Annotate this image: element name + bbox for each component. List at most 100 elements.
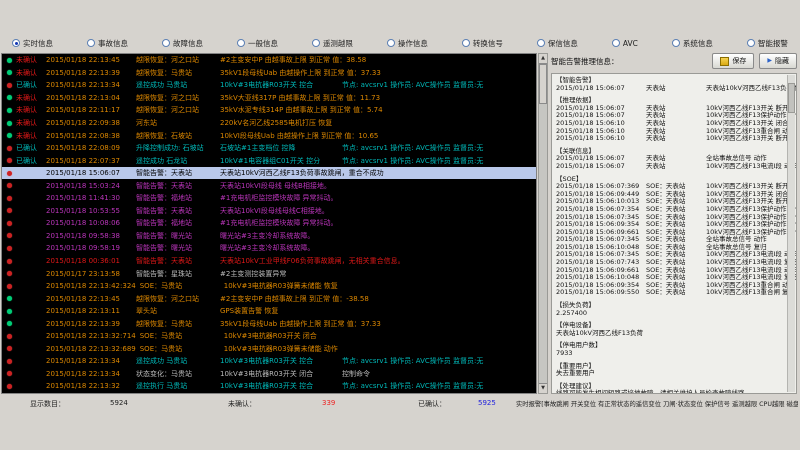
display-count-label: 显示数目： [30,399,65,409]
message: 天表站10kV河西乙线F13负荷事故跳闸，重合不成功 [220,168,390,178]
tab-accident[interactable]: 事故信息 [87,38,128,49]
alarm-row[interactable]: 2015/01/18 22:13:32遥控执行 马贵站10kV#3电抗器R03开… [2,380,536,393]
tab-conversion-signal[interactable]: 转换信号 [462,38,503,49]
timestamp: 2015/01/18 00:36:01 [46,257,136,265]
detail: 节点: avcsrv1 操作员: AVC操作员 监督员:无 [342,156,483,166]
alarm-row[interactable]: 未确认2015/01/18 22:13:45越限恢复：河之口站#2主变安中P 由… [2,54,536,67]
ack-status-icon [7,359,12,364]
source: 状态变化：马贵站 [136,369,220,379]
alarm-row[interactable]: 未确认2015/01/18 22:08:38越限恢复：石坡站10kVI段母线Ua… [2,129,536,142]
alarm-row[interactable]: 2015/01/18 00:36:01智能告警：天表站天表站10kV工业甲线F0… [2,255,536,268]
ack-label: 未确认 [16,118,46,128]
ack-status-icon [7,58,12,63]
tab-avc[interactable]: AVC [612,39,638,48]
ack-label: 已确认 [16,143,46,153]
alarm-row[interactable]: 2015/01/18 15:06:07智能告警：天表站天表站10kV河西乙线F1… [2,167,536,180]
scroll-up-icon[interactable]: ▲ [539,54,547,64]
tab-system[interactable]: 系统信息 [672,38,713,49]
panel-scrollbar[interactable] [787,75,795,392]
alarm-row[interactable]: 2015/01/18 10:53:55智能告警：天表站天表站10kVI段母线母线… [2,205,536,218]
inference-section: 【关联信息】2015/01/18 15:06:07天表站全站事故总信号 动作20… [556,148,786,171]
ack-status-icon [7,171,12,176]
tab-label: 实时信息 [23,38,53,49]
list-scrollbar[interactable]: ▲ ▼ [538,53,548,394]
alarm-row[interactable]: 未确认2015/01/18 22:13:39越限恢复：马贵站35kV1段母线Ua… [2,67,536,80]
scroll-down-icon[interactable]: ▼ [539,383,547,393]
save-button[interactable]: 保存 [712,53,754,69]
arrow-right-icon: ▶ [767,58,772,64]
line-text: 10kV河西乙线F13电流I段 动作 [706,163,797,171]
line-text: 10kV河西乙线F13重合闸 复归 [706,289,795,297]
tab-label: 遥测越限 [323,38,353,49]
alarm-row[interactable]: 2015/01/18 15:03:24智能告警：天表站天表站10kVI段母线 母… [2,179,536,192]
ack-status-icon [7,284,12,289]
alarm-row[interactable]: 未确认2015/01/18 22:09:38河东站220kV名河乙线2585电机… [2,117,536,130]
alarm-row[interactable]: 2015/01/18 22:13:42:324SOE：马贵站10kV#3电抗器R… [2,280,536,293]
alarm-row[interactable]: 未确认2015/01/18 22:13:04越限恢复：河之口站35kV大亚线31… [2,92,536,105]
alarm-row[interactable]: 已确认2015/01/18 22:07:37遥控成功 石龙站10kV#1电容器组… [2,154,536,167]
panel-scroll-thumb[interactable] [788,83,795,113]
source: 智能告警：星珠站 [136,269,220,279]
tab-smart-alarm[interactable]: 智能报警 [747,38,788,49]
hide-button[interactable]: ▶ 隐藏 [759,53,797,69]
tab-general[interactable]: 一般信息 [237,38,278,49]
timestamp: 2015/01/18 15:03:24 [46,182,136,190]
ack-label: 未确认 [16,68,46,78]
radio-icon [612,39,620,47]
ack-status-icon [7,196,12,201]
source: 升降控制成功: 石坡站 [136,143,220,153]
detail: 节点: avcsrv1 操作员: AVC操作员 监督员:无 [342,356,483,366]
scroll-thumb[interactable] [539,64,547,104]
tab-label: 保信信息 [548,38,578,49]
ack-status-icon [7,384,12,389]
message: #2主变安中P 由越事故上限 到正常 值：38.58 [220,55,372,65]
alarm-list[interactable]: 未确认 2015/01/18 22:13:45越限恢复：河之口站#2主变安中P 由… [1,53,537,394]
source: 越限恢复：河之口站 [136,294,220,304]
source: 智能告警：天表站 [136,206,220,216]
source: 智能告警：天表站 [136,181,220,191]
alarm-row[interactable]: 2015/01/18 22:13:32:689SOE：马贵站10kV#3电抗器R… [2,343,536,356]
ack-status-icon [7,321,12,326]
alarm-row[interactable]: 2015/01/18 22:13:34状态变化：马贵站10kV#3电抗器R03开… [2,368,536,381]
alarm-row[interactable]: 2015/01/18 22:13:45越限恢复：河之口站#2主变安中P 由越事故… [2,292,536,305]
source: SOE：马贵站 [140,344,224,354]
alarm-row[interactable]: 2015/01/18 09:58:38智能告警：曙光站曙光站#3主变冷却系统故障… [2,230,536,243]
source: 越限恢复：马贵站 [136,319,220,329]
alarm-row[interactable]: 已确认2015/01/18 22:08:09升降控制成功: 石坡站石坡站#1主变… [2,142,536,155]
message: 天表站10kVI段母线母线C相接地。 [220,206,342,216]
tab-telemetry-limit[interactable]: 遥测越限 [312,38,353,49]
alarm-row[interactable]: 2015/01/18 11:41:30智能告警：福地站#1充电机柜监控模块故障 … [2,192,536,205]
alarm-row[interactable]: 2015/01/18 22:13:11翠头站GPS装置告警 恢复 [2,305,536,318]
timestamp: 2015/01/18 22:13:32:689 [46,345,140,353]
timestamp: 2015/01/18 22:13:32:714 [46,332,140,340]
alarm-row[interactable]: 2015/01/18 22:13:32:714SOE：马贵站10kV#3电抗器R… [2,330,536,343]
line-text: 天表站10kV河西乙线F13负荷事故跳闸，重合不成功 [706,85,797,93]
timestamp: 2015/01/18 22:13:11 [46,307,136,315]
timestamp: 2015/01/18 15:06:07 [46,169,136,177]
ack-status-icon [7,271,12,276]
tab-fault[interactable]: 故障信息 [162,38,203,49]
inference-body: 【智能告警】2015/01/18 15:06:07天表站天表站10kV河西乙线F… [551,73,797,394]
message: GPS装置告警 恢复 [220,306,342,316]
tab-protection-info[interactable]: 保信信息 [537,38,578,49]
ack-status-icon [7,371,12,376]
timestamp: 2015/01/18 22:13:32 [46,382,136,390]
alarm-row[interactable]: 已确认2015/01/18 22:13:34遥控成功 马贵站10kV#3电抗器R… [2,79,536,92]
alarm-row[interactable]: 2015/01/18 09:58:19智能告警：曙光站曙光站#3主变冷却系统故障… [2,242,536,255]
tab-operation[interactable]: 操作信息 [387,38,428,49]
alarm-row[interactable]: 2015/01/18 22:13:39越限恢复：马贵站35kV1段母线Uab 由… [2,317,536,330]
section-line: 2015/01/18 15:06:10天表站10kV河西乙线F13开关 断开 [556,135,786,143]
ack-status-icon [7,334,12,339]
tab-label: 智能报警 [758,38,788,49]
message: 10kV#3电抗器R03弹簧未储能 动作 [224,344,346,354]
alarm-row[interactable]: 2015/01/18 22:13:34遥控成功 马贵站10kV#3电抗器R03开… [2,355,536,368]
line-text: 天表站 [646,163,706,171]
alarm-row[interactable]: 2015/01/17 23:13:58智能告警：星珠站#2主变测控装置异常 [2,267,536,280]
alarm-row[interactable]: 未确认2015/01/18 22:11:17越限恢复：河之口站35kV水泥专线3… [2,104,536,117]
message: 曙光站#3主变冷却系统故障。 [220,243,342,253]
section-header: 【损失负荷】 [556,302,786,310]
tab-realtime[interactable]: 实时信息 [12,38,53,49]
ack-count-label: 已确认： [418,399,446,409]
message: 35kV1段母线Uab 由越操作上限 到正常 值：37.33 [220,68,387,78]
alarm-row[interactable]: 2015/01/18 10:08:06智能告警：福地站#1充电机柜监控模块故障 … [2,217,536,230]
